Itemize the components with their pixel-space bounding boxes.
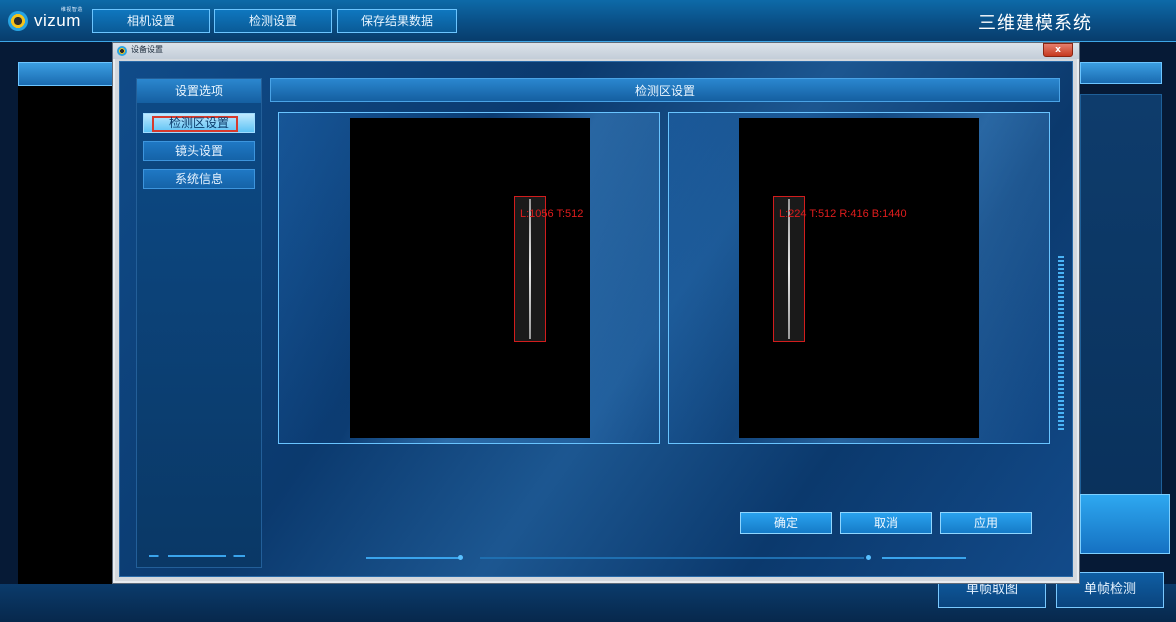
settings-options-header: 设置选项 [137,79,261,103]
camera-image-2[interactable]: L:224 T:512 R:416 B:1440 [739,118,979,438]
camera-view-1: L:1056 T:512 [278,112,660,444]
settings-item-detection-area[interactable]: 检测区设置 [143,113,255,133]
roi-label-2: L:224 T:512 R:416 B:1440 [779,208,907,220]
camera-image-1[interactable]: L:1056 T:512 [350,118,590,438]
right-panel [1080,94,1162,554]
right-panel-highlight [1080,494,1170,554]
dialog-titlebar[interactable]: 设备设置 x [113,43,1079,59]
logo-subtext: 维视智造 [60,7,83,13]
settings-options-panel: 设置选项 检测区设置 镜头设置 系统信息 [136,78,262,568]
laser-line [529,199,531,339]
app-icon [117,46,127,56]
laser-line [788,199,790,339]
logo-icon [8,11,28,31]
nav-camera-settings[interactable]: 相机设置 [92,9,210,33]
close-button[interactable]: x [1043,43,1073,57]
settings-item-lens[interactable]: 镜头设置 [143,141,255,161]
device-settings-dialog: 设备设置 x 设置选项 检测区设置 镜头设置 系统信息 检测区设置 L:1056… [112,42,1080,584]
decorative-divider [149,555,245,557]
top-bar: vizum 维视智造 相机设置 检测设置 保存结果数据 三维建模系统 [0,0,1176,42]
roi-label-1: L:1056 T:512 [520,208,584,220]
detection-area-header: 检测区设置 [270,78,1060,102]
decorative-slider [366,555,966,560]
logo-text: vizum 维视智造 [34,7,82,31]
app-logo: vizum 维视智造 [8,7,82,33]
settings-item-system-info[interactable]: 系统信息 [143,169,255,189]
dialog-title: 设备设置 [131,45,163,54]
left-panel-header [18,62,114,86]
right-panel-header [1080,62,1162,84]
ok-button[interactable]: 确定 [740,512,832,534]
dialog-body: 设置选项 检测区设置 镜头设置 系统信息 检测区设置 L:1056 T:512 [119,61,1073,577]
cancel-button[interactable]: 取消 [840,512,932,534]
scrollbar[interactable] [1058,256,1064,432]
nav-save-results[interactable]: 保存结果数据 [337,9,457,33]
settings-item-label: 检测区设置 [168,116,229,130]
apply-button[interactable]: 应用 [940,512,1032,534]
camera-view-2: L:224 T:512 R:416 B:1440 [668,112,1050,444]
slider-dot [458,555,463,560]
slider-dot [866,555,871,560]
main-view-area [18,62,114,618]
nav-detection-settings[interactable]: 检测设置 [214,9,332,33]
detection-area-panel: 检测区设置 L:1056 T:512 L:224 T:512 R:416 B:1… [270,78,1060,568]
app-title: 三维建模系统 [978,13,1092,34]
logo-wordmark: vizum [34,11,81,30]
